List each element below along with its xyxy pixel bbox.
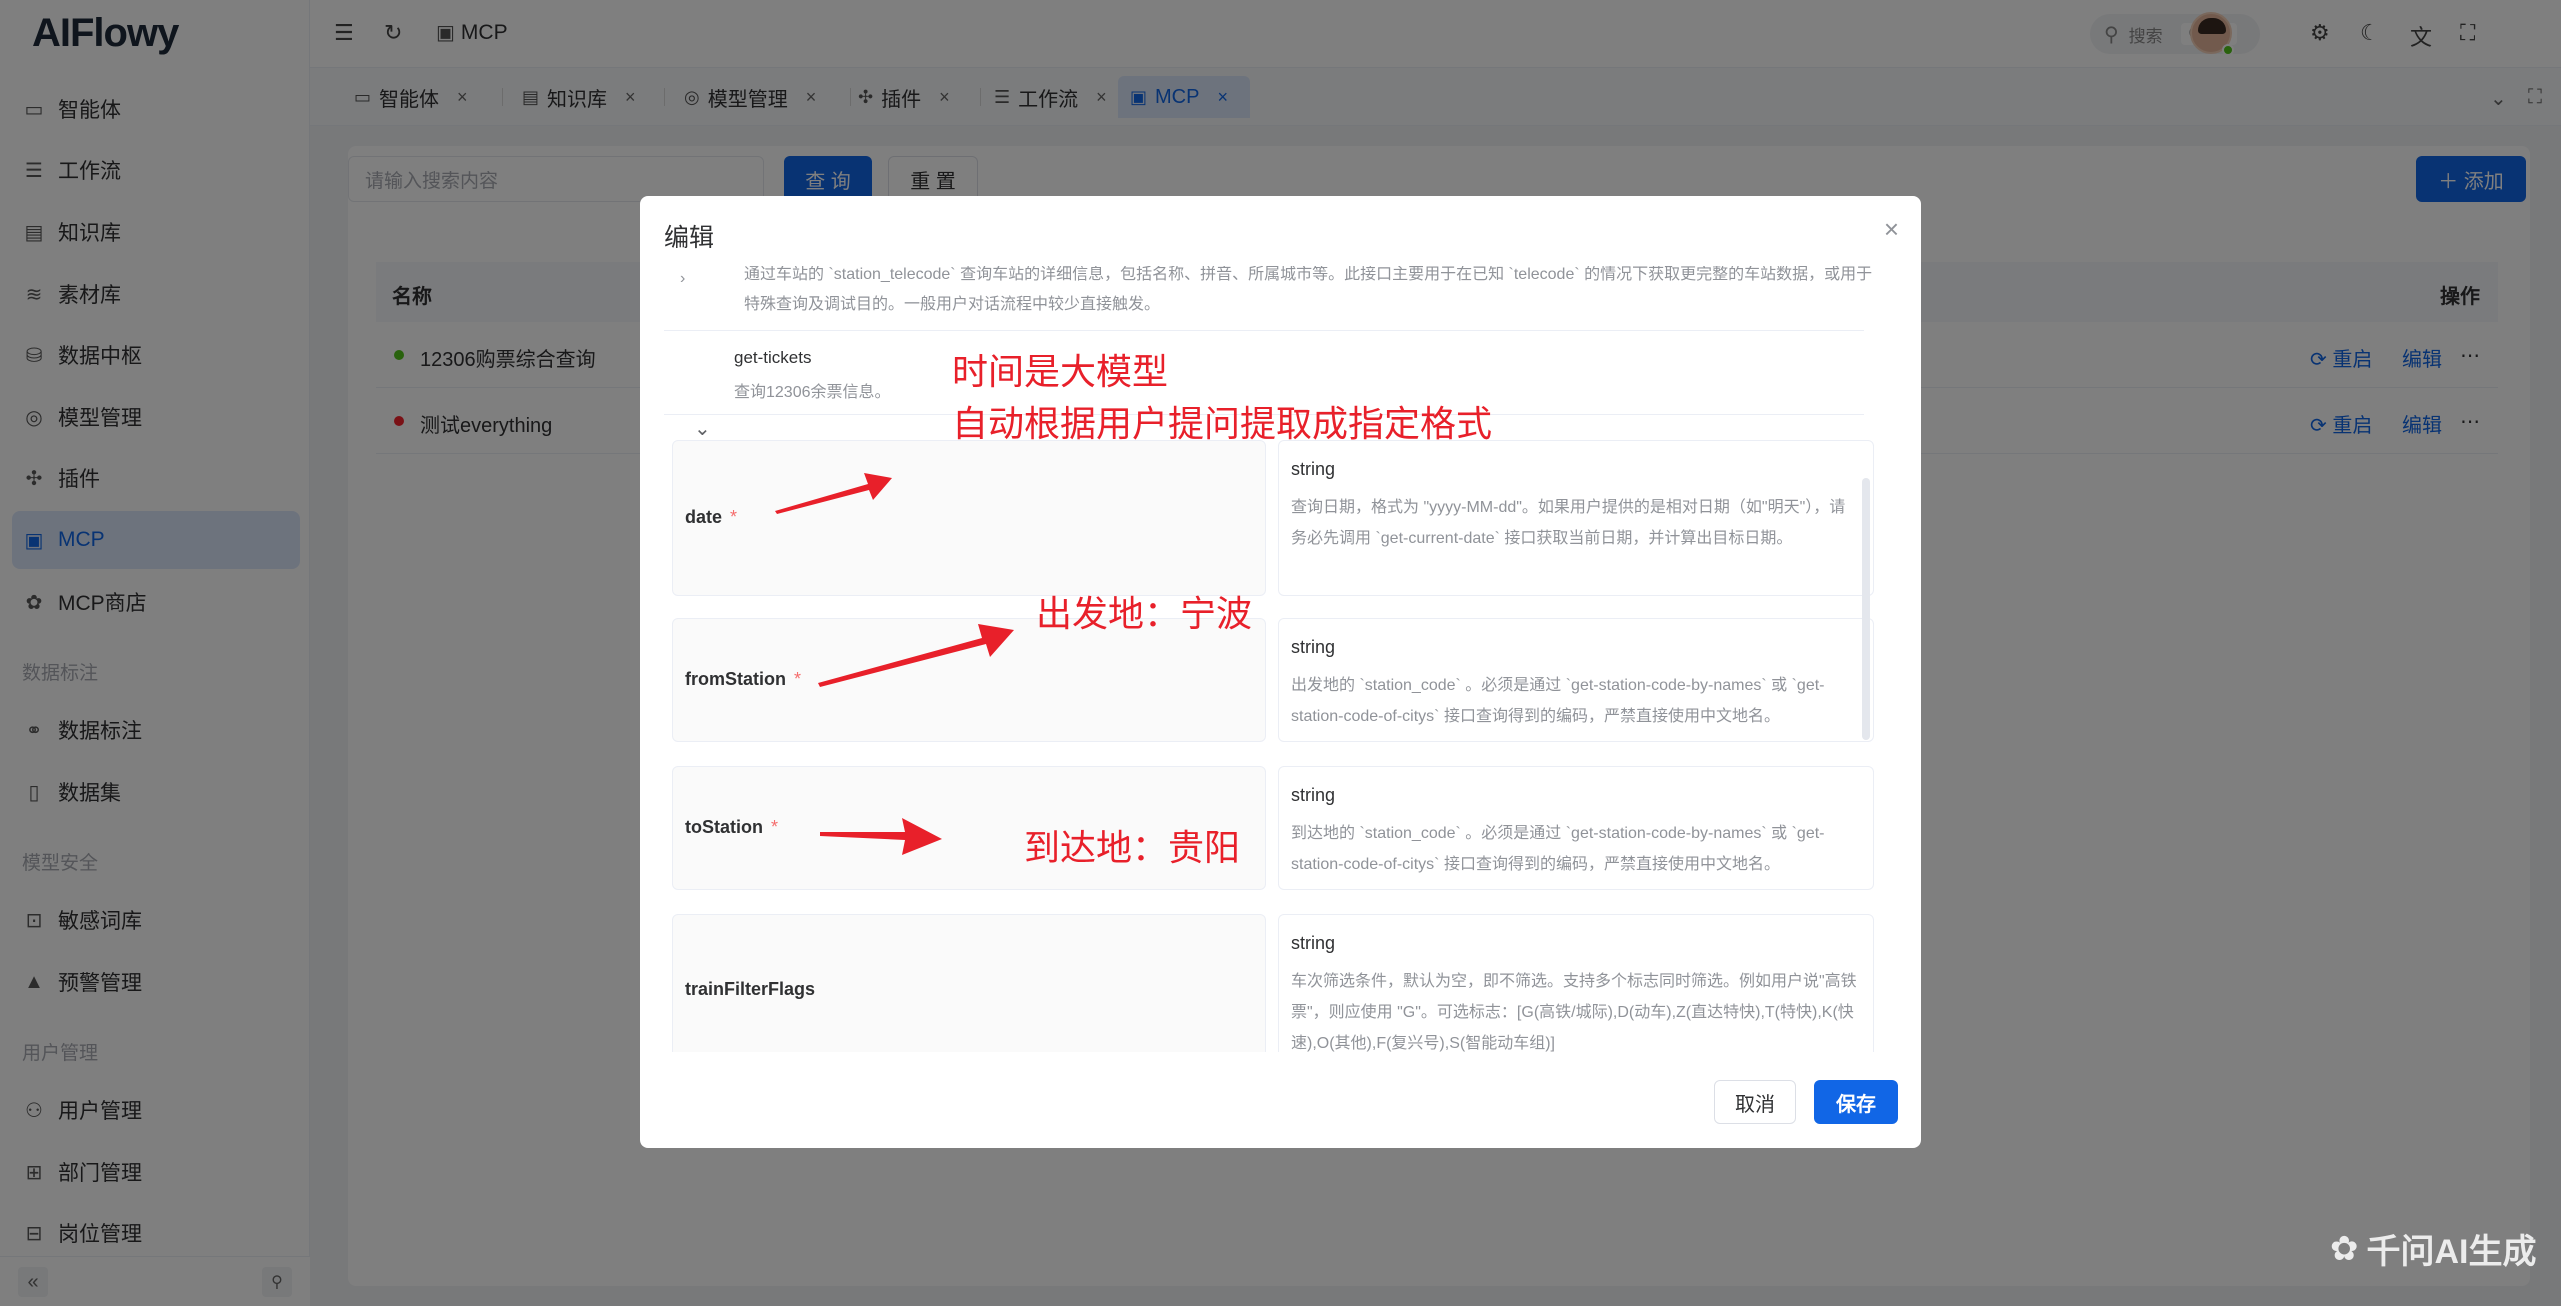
annotation-text: 出发地：宁波: [1036, 593, 1253, 634]
tool-summary: 查询12306余票信息。: [734, 384, 891, 401]
save-button[interactable]: 保存: [1814, 1080, 1898, 1124]
param-description: 车次筛选条件，默认为空，即不筛选。支持多个标志同时筛选。例如用户说"高铁票"，则…: [1291, 973, 1857, 1052]
divider: [664, 330, 1864, 331]
tool-description: 通过车站的 `station_telecode` 查询车站的详细信息，包括名称、…: [744, 266, 1873, 313]
param-detail-cell: string 车次筛选条件，默认为空，即不筛选。支持多个标志同时筛选。例如用户说…: [1278, 914, 1874, 1052]
annotation-text: 时间是大模型: [952, 351, 1169, 392]
watermark: ✿ 千问AI生成: [2330, 1229, 2537, 1272]
required-mark: *: [730, 507, 738, 527]
param-type: string: [1291, 933, 1336, 953]
param-type: string: [1291, 785, 1336, 805]
param-detail-cell: string 出发地的 `station_code` 。必须是通过 `get-s…: [1278, 618, 1874, 742]
param-description: 查询日期，格式为 "yyyy-MM-dd"。如果用户提供的是相对日期（如"明天"…: [1291, 499, 1846, 547]
edit-dialog: 编辑 × › 通过车站的 `station_telecode` 查询车站的详细信…: [640, 196, 1921, 1148]
dialog-title: 编辑: [664, 224, 715, 252]
param-type: string: [1291, 459, 1336, 479]
close-icon[interactable]: ×: [1884, 214, 1899, 245]
annotation-text: 到达地：贵阳: [1024, 827, 1241, 868]
required-mark: *: [771, 817, 779, 837]
param-description: 出发地的 `station_code` 。必须是通过 `get-station-…: [1291, 677, 1825, 725]
dialog-body: › 通过车站的 `station_telecode` 查询车站的详细信息，包括名…: [664, 266, 1896, 1052]
param-name-cell: date *: [672, 440, 1266, 596]
required-mark: *: [794, 669, 802, 689]
chevron-down-icon[interactable]: ⌄: [694, 416, 711, 441]
cancel-button[interactable]: 取消: [1714, 1080, 1796, 1124]
chevron-icon[interactable]: ›: [680, 270, 685, 288]
param-type: string: [1291, 637, 1336, 657]
param-detail-cell: string 到达地的 `station_code` 。必须是通过 `get-s…: [1278, 766, 1874, 890]
dialog-scrollbar[interactable]: [1862, 478, 1870, 740]
flower-icon: ✿: [2330, 1229, 2359, 1268]
param-name-cell: trainFilterFlags: [672, 914, 1266, 1052]
param-description: 到达地的 `station_code` 。必须是通过 `get-station-…: [1291, 825, 1825, 873]
param-detail-cell: string 查询日期，格式为 "yyyy-MM-dd"。如果用户提供的是相对日…: [1278, 440, 1874, 596]
tool-name: get-tickets: [734, 348, 812, 367]
annotation-text: 自动根据用户提问提取成指定格式: [952, 403, 1493, 444]
